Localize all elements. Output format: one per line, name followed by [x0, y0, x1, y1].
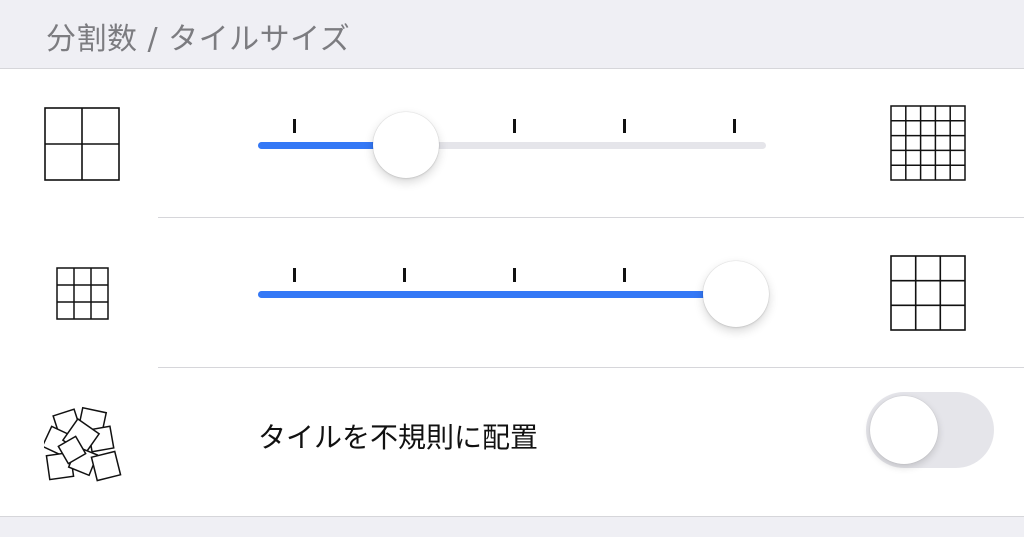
- section-header: 分割数 / タイルサイズ: [0, 0, 1024, 68]
- slider-tick: [732, 119, 736, 133]
- slider-tick: [292, 119, 296, 133]
- toggle-knob[interactable]: [870, 396, 938, 464]
- slider-tick: [292, 268, 296, 282]
- slider-fill: [258, 291, 736, 298]
- section-title: 分割数 / タイルサイズ: [46, 22, 351, 57]
- slider-tick: [622, 268, 626, 282]
- slider-tick: [402, 268, 406, 282]
- slider-tick: [512, 268, 516, 282]
- division-row: [0, 69, 1024, 218]
- settings-group: タイルを不規則に配置: [0, 68, 1024, 517]
- tile-size-row: [0, 218, 1024, 367]
- tile-size-slider[interactable]: [258, 254, 769, 334]
- slider-tick: [512, 119, 516, 133]
- slider-tick: [622, 119, 626, 133]
- grid-3x3-small-icon: [56, 267, 110, 321]
- slider-thumb[interactable]: [373, 112, 439, 178]
- irregular-tiles-row[interactable]: タイルを不規則に配置: [0, 368, 1024, 517]
- grid-5x5-icon: [890, 105, 968, 183]
- division-slider[interactable]: [258, 105, 766, 185]
- irregular-tiles-toggle[interactable]: [866, 392, 994, 468]
- irregular-tiles-label: タイルを不規則に配置: [258, 421, 539, 454]
- slider-thumb[interactable]: [703, 261, 769, 327]
- scattered-tiles-icon: [44, 404, 124, 484]
- grid-3x3-large-icon: [890, 255, 968, 333]
- grid-2x2-icon: [44, 107, 122, 183]
